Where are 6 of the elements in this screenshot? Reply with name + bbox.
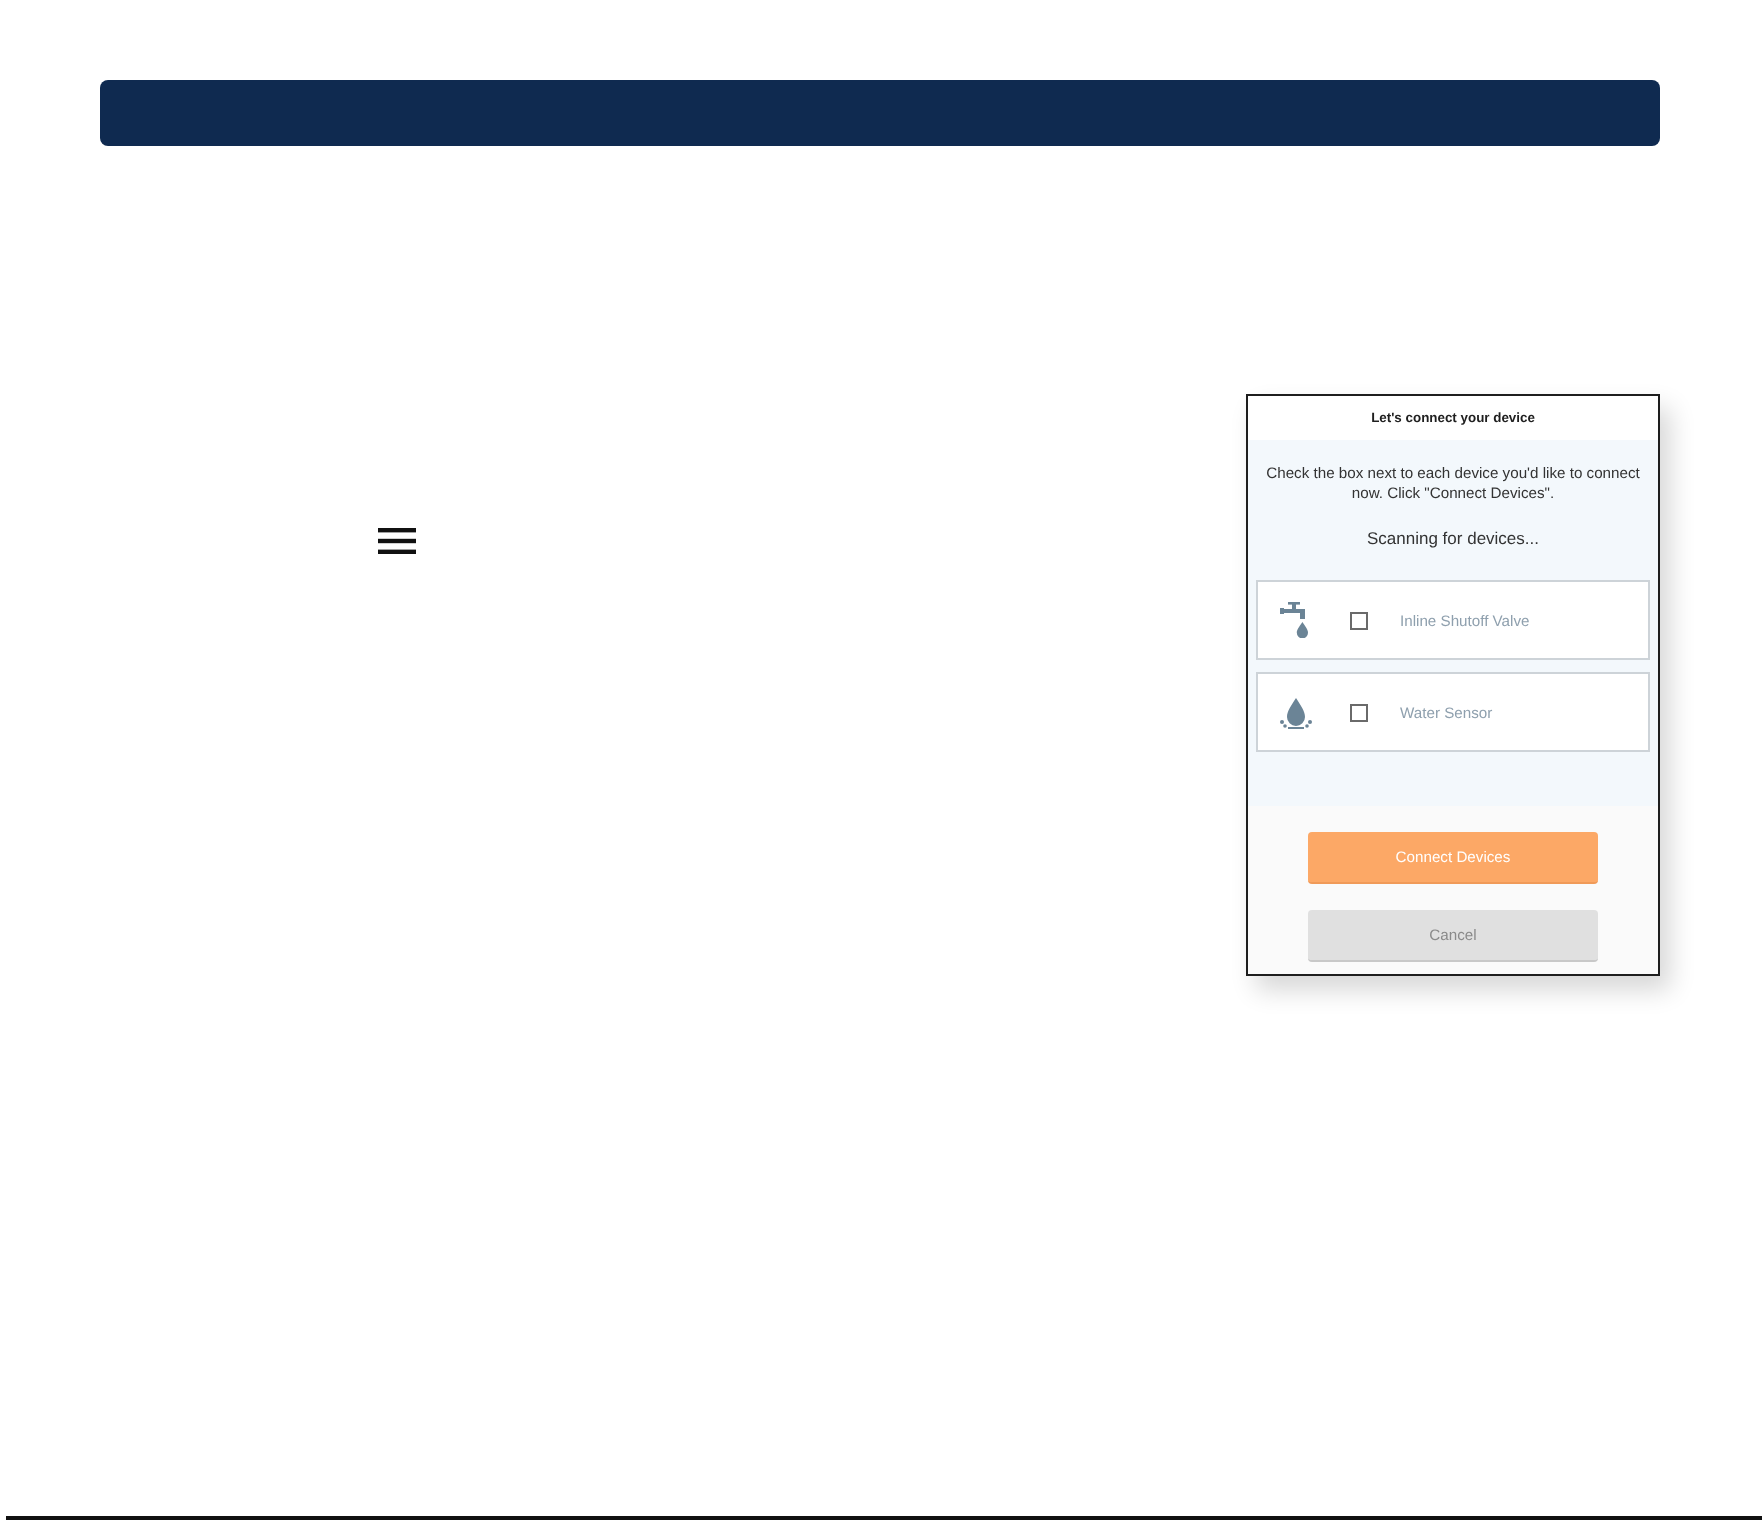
scanning-status: Scanning for devices... bbox=[1367, 528, 1539, 550]
menu-icon[interactable] bbox=[378, 528, 416, 554]
faucet-icon bbox=[1280, 602, 1312, 638]
checkbox[interactable] bbox=[1350, 703, 1368, 721]
checkbox[interactable] bbox=[1350, 611, 1368, 629]
water-drop-icon bbox=[1280, 694, 1312, 730]
